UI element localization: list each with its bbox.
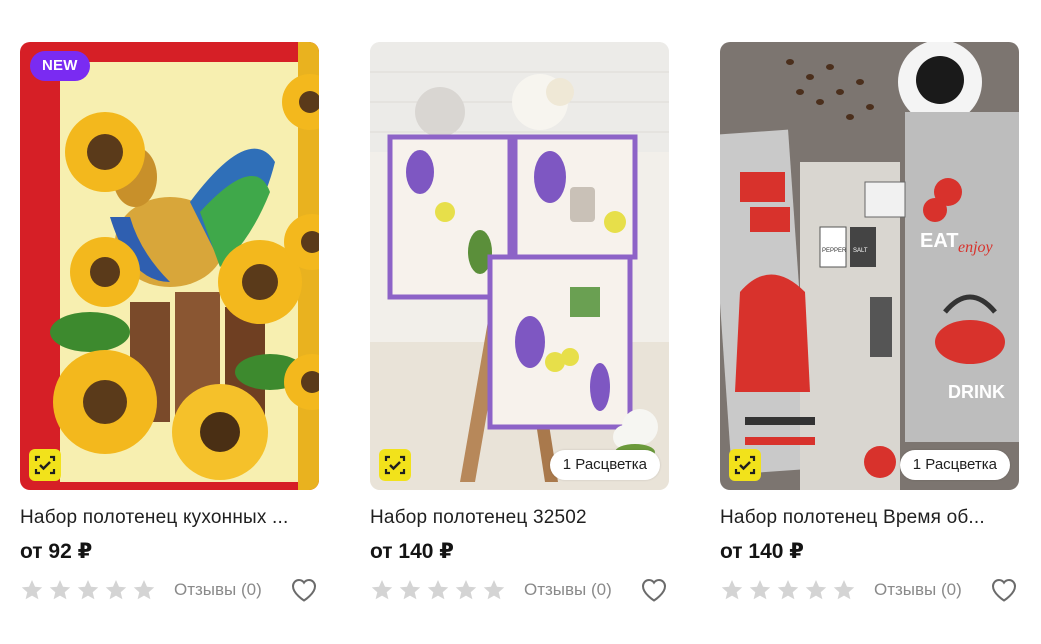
star-icon	[805, 580, 827, 600]
star-icon	[427, 580, 449, 600]
art-text-drink: DRINK	[948, 382, 1005, 402]
heart-icon[interactable]	[639, 575, 669, 605]
star-icon	[77, 580, 99, 600]
checked-badge-icon	[729, 449, 761, 481]
rating-stars	[370, 578, 506, 602]
rating-stars	[720, 578, 856, 602]
colors-count-pill[interactable]: 1 Расцветка	[899, 450, 1010, 480]
checked-badge-icon	[379, 449, 411, 481]
product-price: от 92 ₽	[20, 540, 93, 563]
art-text-pepper: PEPPER	[822, 248, 847, 254]
reviews-link[interactable]: Отзывы (0)	[874, 580, 962, 600]
product-image[interactable]: EAT enjoy DRINK PEPPER SALT 1 Расцветка	[720, 42, 1019, 490]
product-card[interactable]: EAT enjoy DRINK PEPPER SALT 1 Расцветка …	[720, 42, 1019, 605]
towel-kitchen-image: EAT enjoy DRINK PEPPER SALT	[720, 42, 1019, 490]
rating-row: Отзывы (0)	[720, 575, 1019, 605]
product-card[interactable]: NEW Набор полотенец кухонных ... от 92 ₽…	[20, 42, 319, 605]
product-title[interactable]: Набор полотенец Время об...	[720, 506, 1019, 530]
rating-row: Отзывы (0)	[370, 575, 669, 605]
colors-count-pill[interactable]: 1 Расцветка	[549, 450, 660, 480]
towel-lavender-image	[370, 42, 669, 490]
art-text-enjoy: enjoy	[958, 239, 994, 256]
star-icon	[133, 580, 155, 600]
star-icon	[483, 580, 505, 600]
star-icon	[371, 580, 393, 600]
star-icon	[49, 580, 71, 600]
product-price: от 140 ₽	[370, 540, 454, 563]
heart-icon[interactable]	[989, 575, 1019, 605]
product-title[interactable]: Набор полотенец кухонных ...	[20, 506, 319, 530]
art-text-salt: SALT	[853, 248, 868, 254]
star-icon	[105, 580, 127, 600]
product-image[interactable]: NEW	[20, 42, 319, 490]
heart-icon[interactable]	[289, 575, 319, 605]
star-icon	[455, 580, 477, 600]
star-icon	[833, 580, 855, 600]
reviews-link[interactable]: Отзывы (0)	[174, 580, 262, 600]
towel-rooster-image	[20, 42, 319, 490]
star-icon	[749, 580, 771, 600]
rating-stars	[20, 578, 156, 602]
star-icon	[777, 580, 799, 600]
art-text-eat: EAT	[920, 230, 959, 252]
product-title[interactable]: Набор полотенец 32502	[370, 506, 669, 530]
star-icon	[721, 580, 743, 600]
rating-row: Отзывы (0)	[20, 575, 319, 605]
product-image[interactable]: 1 Расцветка	[370, 42, 669, 490]
product-card[interactable]: 1 Расцветка Набор полотенец 32502 от 140…	[370, 42, 669, 605]
new-badge: NEW	[30, 51, 90, 81]
checked-badge-icon	[29, 449, 61, 481]
product-price: от 140 ₽	[720, 540, 804, 563]
star-icon	[399, 580, 421, 600]
reviews-link[interactable]: Отзывы (0)	[524, 580, 612, 600]
star-icon	[21, 580, 43, 600]
